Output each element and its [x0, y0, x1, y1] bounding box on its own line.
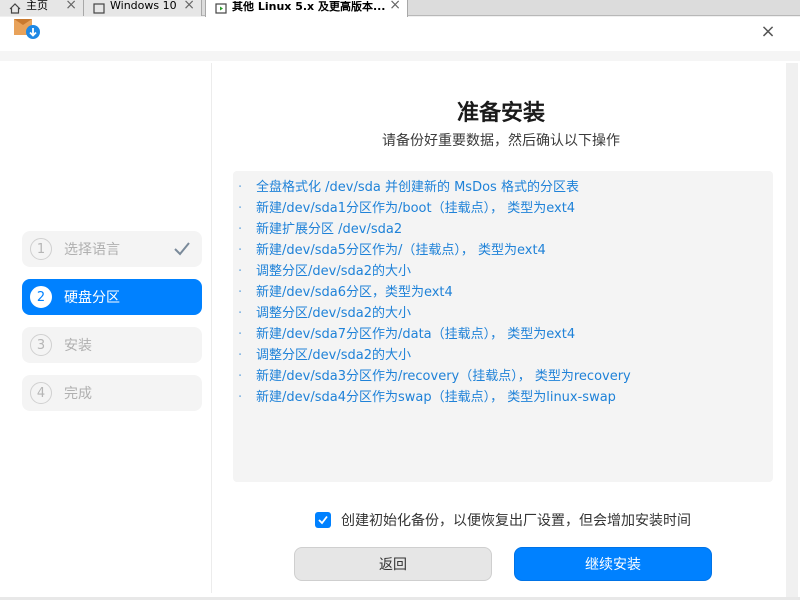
continue-install-button[interactable]: 继续安装 [514, 547, 712, 581]
operation-item: · 新建/dev/sda4分区作为swap（挂载点）， 类型为linux-swap [233, 387, 773, 408]
window-close-button[interactable]: × [758, 21, 778, 42]
operation-text: 新建扩展分区 /dev/sda2 [256, 222, 403, 237]
step-number: 1 [30, 238, 52, 260]
bullet-icon: · [238, 306, 243, 321]
tab-home-close-icon[interactable]: × [65, 0, 77, 12]
bullet-icon: · [238, 201, 243, 216]
step-label: 完成 [64, 386, 92, 402]
bullet-icon: · [238, 327, 243, 342]
operation-text: 调整分区/dev/sda2的大小 [256, 264, 411, 279]
tab-windows10[interactable]: Windows 10 × [84, 0, 202, 16]
tab-windows10-label: Windows 10 [110, 0, 177, 12]
back-button[interactable]: 返回 [294, 547, 492, 581]
operation-item: · 新建/dev/sda3分区作为/recovery（挂载点）， 类型为recov… [233, 366, 773, 387]
step-label: 选择语言 [64, 242, 120, 258]
operation-item: · 新建/dev/sda1分区作为/boot（挂载点）， 类型为ext4 [233, 198, 773, 219]
operation-text: 新建/dev/sda6分区，类型为ext4 [256, 285, 453, 300]
operation-item: · 新建/dev/sda7分区作为/data（挂载点）， 类型为ext4 [233, 324, 773, 345]
tab-home[interactable]: 主页 × [0, 0, 84, 16]
operation-text: 全盘格式化 /dev/sda 并创建新的 MsDos 格式的分区表 [256, 180, 579, 195]
operation-item: · 调整分区/dev/sda2的大小 [233, 303, 773, 324]
step-install[interactable]: 3 安装 [22, 327, 202, 363]
operation-item: · 新建/dev/sda5分区作为/（挂载点）， 类型为ext4 [233, 240, 773, 261]
backup-checkbox[interactable] [315, 512, 331, 528]
bullet-icon: · [238, 243, 243, 258]
vm-window-icon [92, 2, 106, 14]
vm-running-icon [214, 3, 228, 15]
bullet-icon: · [238, 180, 243, 195]
operations-list: · 全盘格式化 /dev/sda 并创建新的 MsDos 格式的分区表 · 新建/de… [233, 171, 773, 482]
backup-checkbox-label: 创建初始化备份，以便恢复出厂设置，但会增加安装时间 [341, 513, 691, 529]
bullet-icon: · [238, 390, 243, 405]
window-scrollbar[interactable] [786, 63, 798, 599]
bullet-icon: · [238, 285, 243, 300]
operation-item: · 新建扩展分区 /dev/sda2 [233, 219, 773, 240]
step-select-language[interactable]: 1 选择语言 [22, 231, 202, 267]
tab-linux-vm[interactable]: 其他 Linux 5.x 及更高版本... × [205, 0, 408, 17]
bullet-icon: · [238, 348, 243, 363]
page-title: 准备安装 [456, 101, 545, 126]
operation-text: 调整分区/dev/sda2的大小 [256, 306, 411, 321]
step-disk-partition[interactable]: 2 硬盘分区 [22, 279, 202, 315]
operation-text: 新建/dev/sda5分区作为/（挂载点）， 类型为ext4 [256, 243, 546, 258]
step-number: 2 [30, 286, 52, 308]
step-number: 3 [30, 334, 52, 356]
step-label: 硬盘分区 [64, 290, 120, 306]
host-tab-bar: 主页 × Windows 10 × 其他 Linux 5.x 及更高版本... … [0, 0, 800, 17]
bullet-icon: · [238, 222, 243, 237]
operation-text: 新建/dev/sda4分区作为swap（挂载点）， 类型为linux-swap [256, 390, 616, 405]
page-subtitle: 请备份好重要数据，然后确认以下操作 [382, 133, 620, 149]
installer-logo-icon [12, 17, 42, 43]
home-icon [8, 2, 22, 14]
window-divider [0, 51, 800, 61]
operation-item: · 全盘格式化 /dev/sda 并创建新的 MsDos 格式的分区表 [233, 177, 773, 198]
operation-text: 调整分区/dev/sda2的大小 [256, 348, 411, 363]
operation-text: 新建/dev/sda3分区作为/recovery（挂载点）， 类型为recove… [256, 369, 631, 384]
tab-linux-vm-close-icon[interactable]: × [389, 0, 401, 12]
installer-window: × 1 选择语言 2 硬盘分区 3 安装 4 完成 准备安装 请备份好重要数据，… [0, 17, 800, 600]
checkmark-icon [172, 239, 192, 259]
step-finish[interactable]: 4 完成 [22, 375, 202, 411]
operation-text: 新建/dev/sda7分区作为/data（挂载点）， 类型为ext4 [256, 327, 576, 342]
operation-item: · 调整分区/dev/sda2的大小 [233, 261, 773, 282]
bullet-icon: · [238, 264, 243, 279]
tab-home-label: 主页 [26, 0, 48, 12]
tab-windows10-close-icon[interactable]: × [183, 0, 195, 12]
operation-item: · 调整分区/dev/sda2的大小 [233, 345, 773, 366]
tab-linux-vm-label: 其他 Linux 5.x 及更高版本... [232, 0, 386, 13]
step-number: 4 [30, 382, 52, 404]
steps-sidebar: 1 选择语言 2 硬盘分区 3 安装 4 完成 [12, 63, 212, 593]
step-label: 安装 [64, 338, 92, 354]
backup-checkbox-row[interactable]: 创建初始化备份，以便恢复出厂设置，但会增加安装时间 [315, 510, 691, 530]
operation-item: · 新建/dev/sda6分区，类型为ext4 [233, 282, 773, 303]
bullet-icon: · [238, 369, 243, 384]
operation-text: 新建/dev/sda1分区作为/boot（挂载点）， 类型为ext4 [256, 201, 576, 216]
